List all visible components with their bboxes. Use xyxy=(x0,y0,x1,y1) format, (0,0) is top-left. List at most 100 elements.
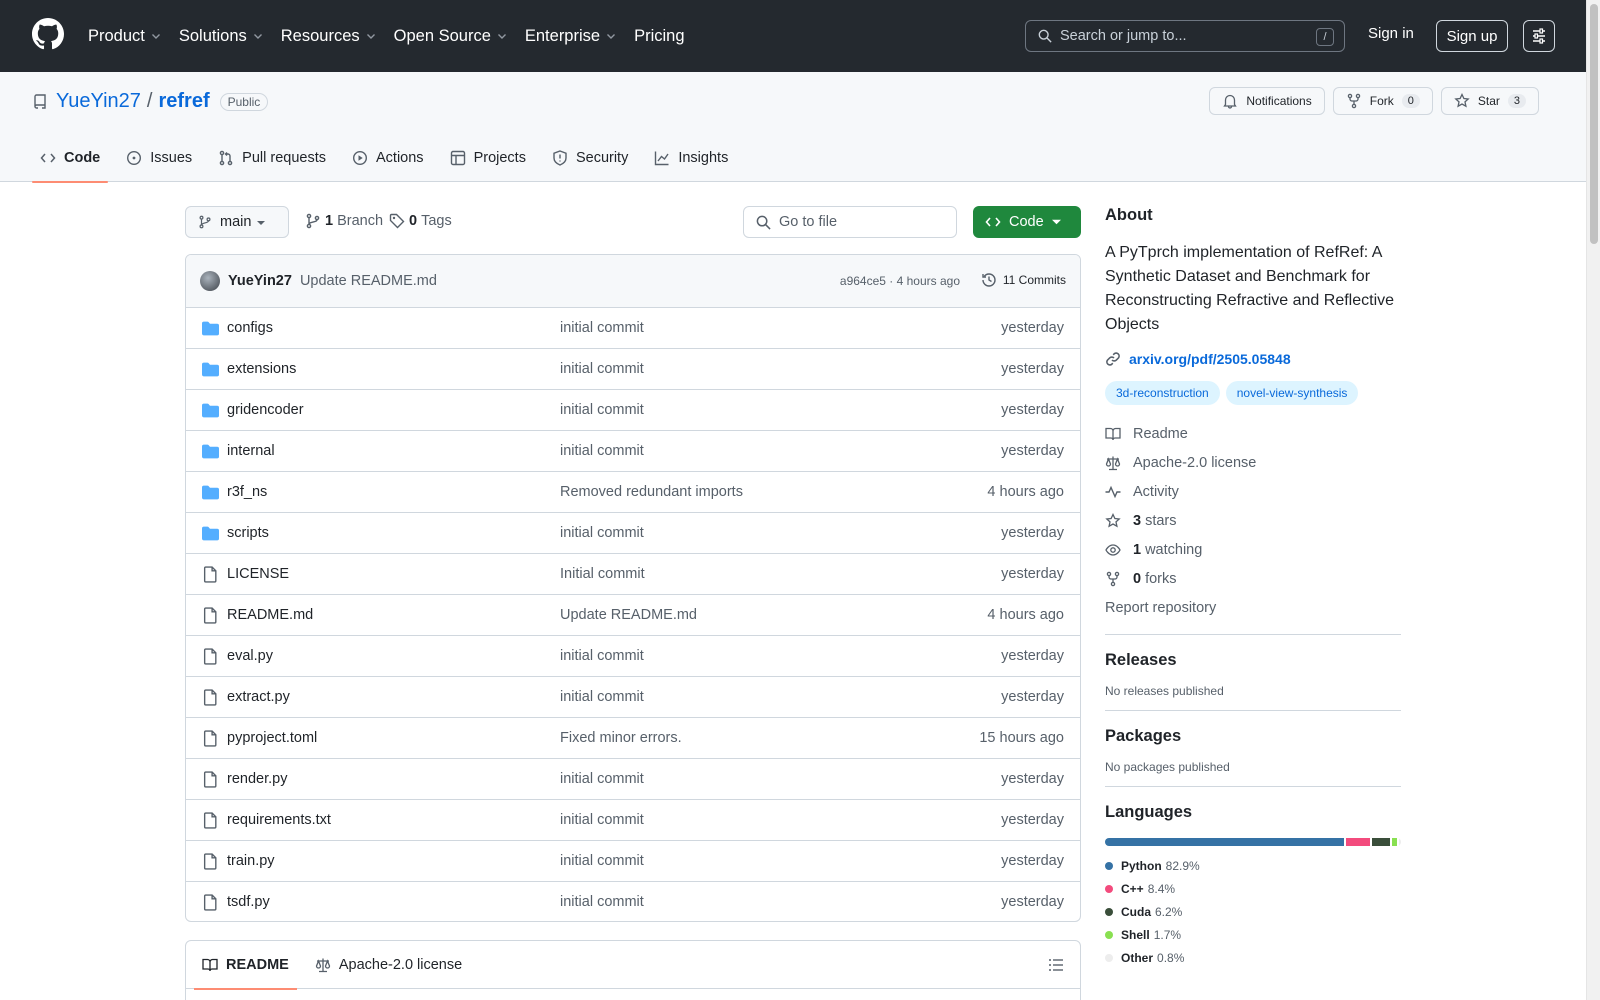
tab-issues[interactable]: Issues xyxy=(118,134,200,182)
topnav-product[interactable]: Product xyxy=(88,27,161,46)
commit-hash-time[interactable]: a964ce5 · 4 hours ago xyxy=(840,274,960,288)
file-name-link[interactable]: configs xyxy=(227,320,273,336)
tab-license[interactable]: Apache-2.0 license xyxy=(315,941,462,989)
file-name-link[interactable]: extensions xyxy=(227,361,296,377)
file-name-link[interactable]: scripts xyxy=(227,525,269,541)
topnav-resources[interactable]: Resources xyxy=(281,27,376,46)
code-dropdown-button[interactable]: Code xyxy=(973,206,1081,238)
file-row[interactable]: tsdf.py initial commit yesterday xyxy=(186,882,1080,921)
avatar[interactable] xyxy=(200,271,220,291)
commit-message-link[interactable]: Update README.md xyxy=(300,273,437,289)
file-name-link[interactable]: README.md xyxy=(227,607,313,623)
commit-author-link[interactable]: YueYin27 xyxy=(228,273,292,289)
settings-menu-button[interactable] xyxy=(1523,20,1555,52)
topic-tag[interactable]: 3d-reconstruction xyxy=(1105,381,1220,405)
file-name-link[interactable]: tsdf.py xyxy=(227,894,270,910)
go-to-file-input[interactable]: Go to file xyxy=(743,206,957,238)
file-row[interactable]: eval.py initial commit yesterday xyxy=(186,636,1080,677)
tab-projects[interactable]: Projects xyxy=(442,134,534,182)
file-row[interactable]: extract.py initial commit yesterday xyxy=(186,677,1080,718)
file-commit-message[interactable]: initial commit xyxy=(560,648,644,664)
sign-in-link[interactable]: Sign in xyxy=(1368,25,1414,42)
file-name-link[interactable]: train.py xyxy=(227,853,275,869)
file-name-link[interactable]: LICENSE xyxy=(227,566,289,582)
file-name-link[interactable]: r3f_ns xyxy=(227,484,267,500)
file-commit-message[interactable]: initial commit xyxy=(560,812,644,828)
branches-link[interactable]: 1 Branch xyxy=(305,213,383,229)
star-button[interactable]: Star 3 xyxy=(1440,87,1539,115)
file-name-link[interactable]: pyproject.toml xyxy=(227,730,317,746)
file-commit-message[interactable]: Removed redundant imports xyxy=(560,484,743,500)
list-unordered-icon[interactable] xyxy=(1048,957,1064,973)
sidebar-item-forks[interactable]: 0 forks xyxy=(1105,564,1401,593)
file-commit-message[interactable]: initial commit xyxy=(560,443,644,459)
file-row[interactable]: LICENSE Initial commit yesterday xyxy=(186,554,1080,595)
tab-readme[interactable]: README xyxy=(194,941,297,990)
github-logo-icon[interactable] xyxy=(32,18,64,50)
file-commit-message[interactable]: initial commit xyxy=(560,853,644,869)
notifications-button[interactable]: Notifications xyxy=(1209,87,1325,115)
file-commit-message[interactable]: initial commit xyxy=(560,894,644,910)
file-row[interactable]: pyproject.toml Fixed minor errors. 15 hour… xyxy=(186,718,1080,759)
language-other[interactable]: Other 0.8% xyxy=(1105,946,1235,969)
sidebar-item-readme[interactable]: Readme xyxy=(1105,419,1401,448)
file-row[interactable]: render.py initial commit yesterday xyxy=(186,759,1080,800)
sidebar-item-stars[interactable]: 3 stars xyxy=(1105,506,1401,535)
language-c[interactable]: C++ 8.4% xyxy=(1105,877,1245,900)
file-row[interactable]: r3f_ns Removed redundant imports 4 hours a… xyxy=(186,472,1080,513)
tab-insights[interactable]: Insights xyxy=(646,134,736,182)
file-commit-message[interactable]: initial commit xyxy=(560,771,644,787)
file-name-link[interactable]: extract.py xyxy=(227,689,290,705)
file-row[interactable]: internal initial commit yesterday xyxy=(186,431,1080,472)
topic-tag[interactable]: novel-view-synthesis xyxy=(1225,381,1359,405)
file-commit-message[interactable]: Initial commit xyxy=(560,566,645,582)
file-row[interactable]: configs initial commit yesterday xyxy=(186,308,1080,349)
scrollbar-thumb[interactable] xyxy=(1590,4,1598,244)
sign-up-button[interactable]: Sign up xyxy=(1436,20,1508,52)
file-name-link[interactable]: render.py xyxy=(227,771,287,787)
releases-heading[interactable]: Releases xyxy=(1105,651,1401,670)
topnav-enterprise[interactable]: Enterprise xyxy=(525,27,616,46)
language-python[interactable]: Python 82.9% xyxy=(1105,854,1235,877)
commit-history-link[interactable]: 11 Commits xyxy=(981,272,1066,288)
global-search-input[interactable]: Search or jump to... / xyxy=(1025,20,1345,52)
sidebar-item-watching[interactable]: 1 watching xyxy=(1105,535,1401,564)
topnav-open-source[interactable]: Open Source xyxy=(394,27,507,46)
file-row[interactable]: gridencoder initial commit yesterday xyxy=(186,390,1080,431)
file-name-link[interactable]: gridencoder xyxy=(227,402,304,418)
tab-actions[interactable]: Actions xyxy=(344,134,432,182)
topnav-pricing[interactable]: Pricing xyxy=(634,27,684,46)
repo-owner-link[interactable]: YueYin27 xyxy=(56,90,141,113)
file-commit-message[interactable]: initial commit xyxy=(560,320,644,336)
language-cuda[interactable]: Cuda 6.2% xyxy=(1105,900,1235,923)
file-commit-message[interactable]: initial commit xyxy=(560,361,644,377)
branch-selector[interactable]: main xyxy=(185,206,289,238)
file-commit-message[interactable]: initial commit xyxy=(560,402,644,418)
tags-link[interactable]: 0 Tags xyxy=(389,213,452,229)
tab-security[interactable]: Security xyxy=(544,134,636,182)
file-row[interactable]: requirements.txt initial commit yesterday xyxy=(186,800,1080,841)
report-repository-link[interactable]: Report repository xyxy=(1105,593,1401,622)
tab-pull-requests[interactable]: Pull requests xyxy=(210,134,334,182)
file-name-link[interactable]: requirements.txt xyxy=(227,812,331,828)
file-row[interactable]: README.md Update README.md 4 hours ago xyxy=(186,595,1080,636)
tab-code[interactable]: Code xyxy=(32,134,109,183)
language-shell[interactable]: Shell 1.7% xyxy=(1105,923,1245,946)
file-commit-message[interactable]: Fixed minor errors. xyxy=(560,730,682,746)
file-commit-message[interactable]: initial commit xyxy=(560,689,644,705)
sidebar-item-apache-2-0-license[interactable]: Apache-2.0 license xyxy=(1105,448,1401,477)
file-row[interactable]: extensions initial commit yesterday xyxy=(186,349,1080,390)
sidebar-item-activity[interactable]: Activity xyxy=(1105,477,1401,506)
file-name-link[interactable]: eval.py xyxy=(227,648,273,664)
file-commit-message[interactable]: initial commit xyxy=(560,525,644,541)
topnav-solutions[interactable]: Solutions xyxy=(179,27,263,46)
file-row[interactable]: train.py initial commit yesterday xyxy=(186,841,1080,882)
file-name-link[interactable]: internal xyxy=(227,443,275,459)
page-scrollbar[interactable] xyxy=(1586,0,1600,1000)
file-row[interactable]: scripts initial commit yesterday xyxy=(186,513,1080,554)
homepage-link[interactable]: arxiv.org/pdf/2505.05848 xyxy=(1105,351,1401,367)
file-commit-message[interactable]: Update README.md xyxy=(560,607,697,623)
repo-name-link[interactable]: refref xyxy=(158,90,209,113)
packages-heading[interactable]: Packages xyxy=(1105,727,1401,746)
fork-button[interactable]: Fork 0 xyxy=(1332,87,1433,115)
